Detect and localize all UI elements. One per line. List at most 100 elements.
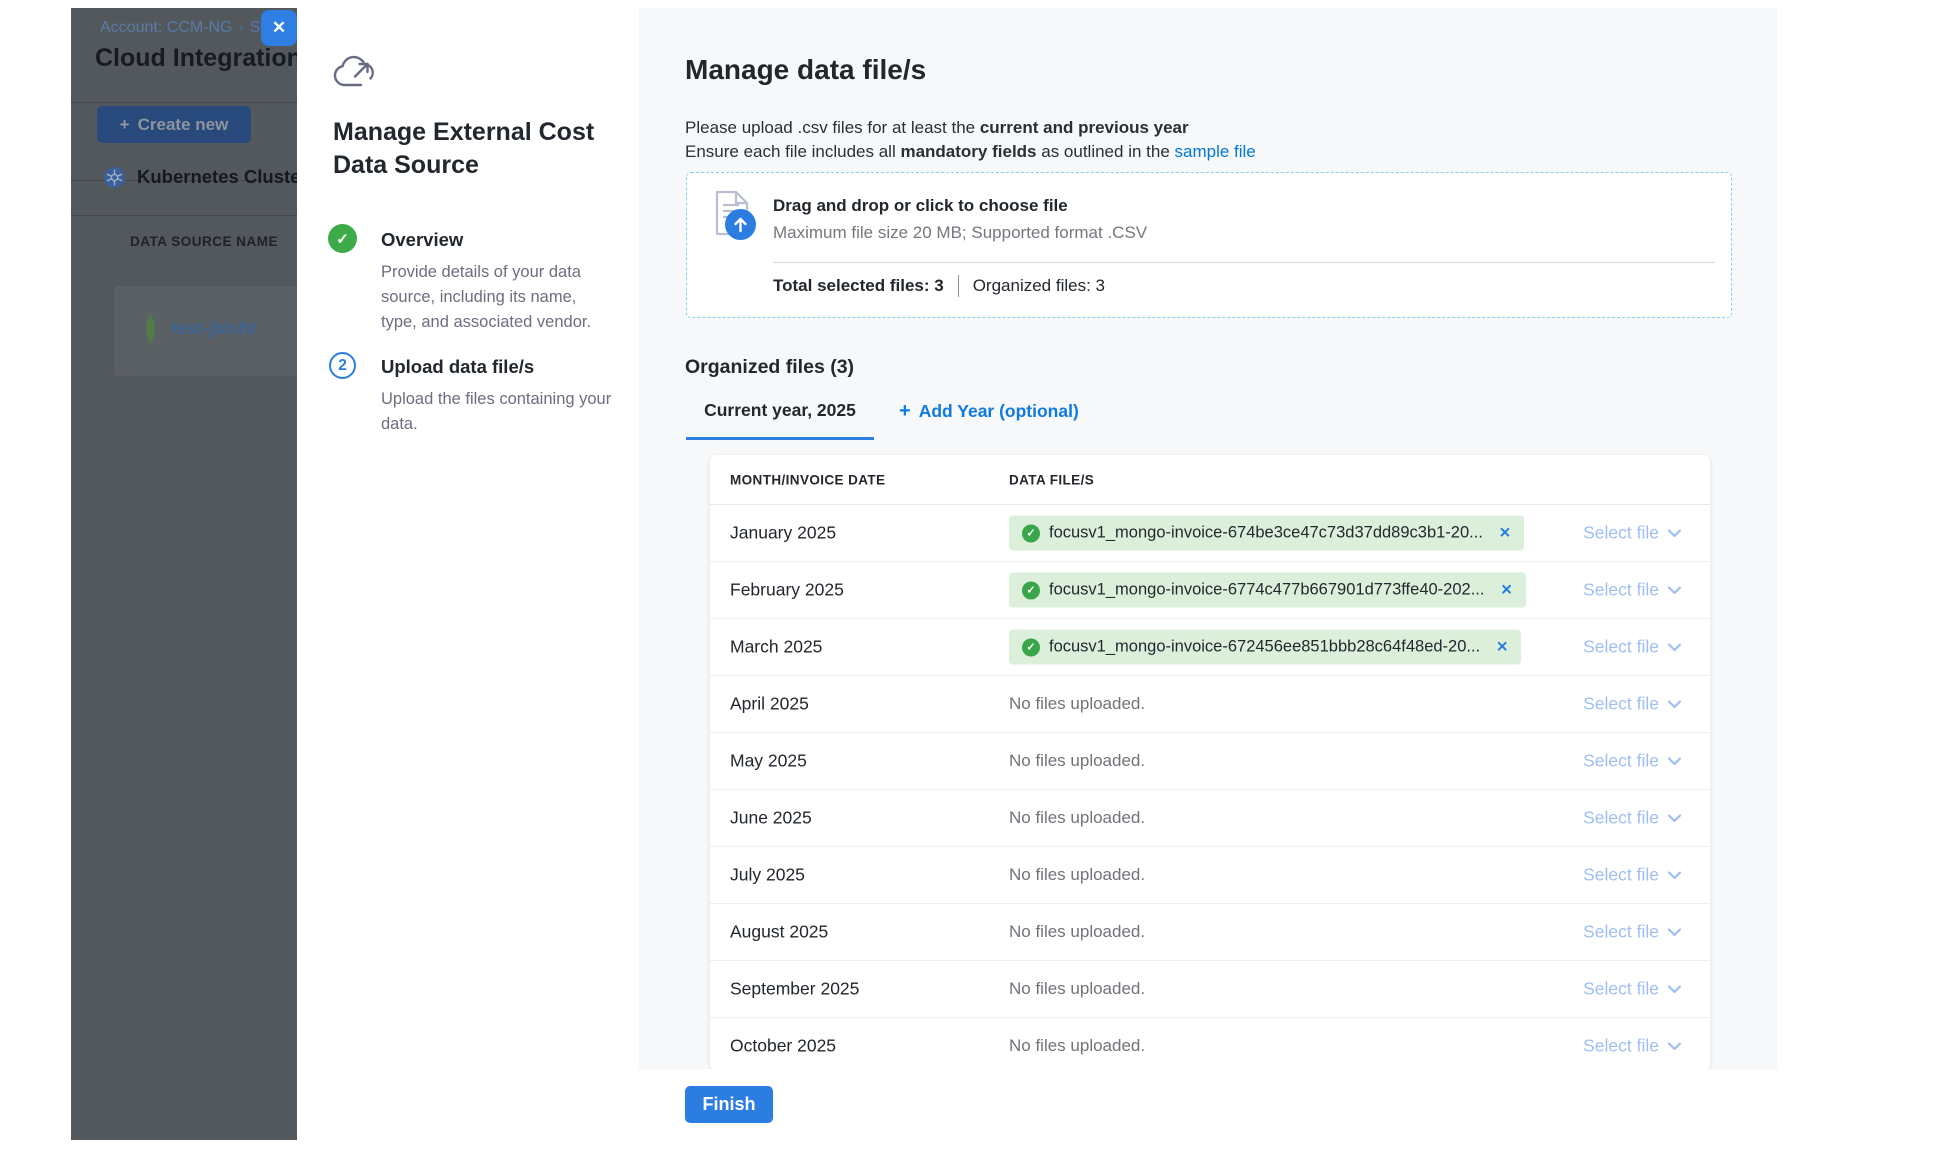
table-row: June 2025 No files uploaded. Select file [710, 790, 1710, 847]
remove-file-icon[interactable]: ✕ [1499, 525, 1511, 541]
plus-icon: + [120, 115, 130, 135]
instruction-line1-bold: current and previous year [980, 118, 1189, 137]
breadcrumb[interactable]: Account: CCM-NG›Set [100, 19, 274, 37]
chevron-down-icon [1667, 642, 1682, 652]
instruction-line2-middle: as outlined in the [1037, 142, 1175, 161]
months-table: MONTH/INVOICE DATE DATA FILE/S January 2… [710, 455, 1710, 1070]
month-label: March 2025 [730, 637, 822, 658]
step-2-label[interactable]: Upload data file/s [381, 356, 534, 378]
select-file-dropdown[interactable]: Select file [1583, 865, 1682, 886]
check-icon: ✓ [336, 230, 349, 248]
remove-file-icon[interactable]: ✕ [1496, 639, 1508, 655]
chevron-down-icon [1667, 585, 1682, 595]
table-row: September 2025 No files uploaded. Select… [710, 961, 1710, 1018]
select-file-label: Select file [1583, 580, 1659, 601]
select-file-dropdown[interactable]: Select file [1583, 580, 1682, 601]
month-label: August 2025 [730, 922, 828, 943]
background-page-overlay: Account: CCM-NG›Set Cloud Integration + … [71, 8, 297, 1140]
month-label: September 2025 [730, 979, 859, 1000]
month-label: February 2025 [730, 580, 844, 601]
column-header-files: DATA FILE/S [1009, 472, 1094, 487]
table-row: March 2025 ✓ focusv1_mongo-invoice-67245… [710, 619, 1710, 676]
select-file-dropdown[interactable]: Select file [1583, 523, 1682, 544]
check-icon: ✓ [1022, 581, 1040, 599]
select-file-dropdown[interactable]: Select file [1583, 1036, 1682, 1057]
select-file-label: Select file [1583, 751, 1659, 772]
step-1-description: Provide details of your data source, inc… [381, 260, 613, 335]
divider [958, 275, 959, 297]
tab-current-year[interactable]: Current year, 2025 [686, 400, 874, 440]
divider [71, 102, 297, 103]
no-files-text: No files uploaded. [1009, 979, 1145, 998]
sample-file-link[interactable]: sample file [1175, 142, 1256, 161]
uploaded-file-chip: ✓ focusv1_mongo-invoice-672456ee851bbb28… [1009, 630, 1521, 665]
add-year-button[interactable]: + Add Year (optional) [899, 400, 1079, 423]
manage-data-source-drawer: Manage External Cost Data Source ✓ Overv… [297, 8, 639, 1140]
data-source-row[interactable]: test-jbisht [114, 286, 297, 376]
mongodb-leaf-icon [143, 314, 158, 346]
select-file-dropdown[interactable]: Select file [1583, 808, 1682, 829]
close-icon: ✕ [272, 18, 286, 38]
chevron-down-icon [1667, 984, 1682, 994]
select-file-label: Select file [1583, 865, 1659, 886]
instruction-line2-bold: mandatory fields [900, 142, 1036, 161]
table-row: April 2025 No files uploaded. Select fil… [710, 676, 1710, 733]
organized-files-heading: Organized files (3) [685, 356, 854, 379]
select-file-dropdown[interactable]: Select file [1583, 979, 1682, 1000]
select-file-label: Select file [1583, 694, 1659, 715]
remove-file-icon[interactable]: ✕ [1500, 582, 1512, 598]
select-file-dropdown[interactable]: Select file [1583, 751, 1682, 772]
no-files-text: No files uploaded. [1009, 1036, 1145, 1055]
month-label: June 2025 [730, 808, 812, 829]
file-name: focusv1_mongo-invoice-672456ee851bbb28c6… [1049, 638, 1480, 657]
plus-icon: + [899, 400, 911, 423]
instruction-line1: Please upload .csv files for at least th… [685, 118, 980, 137]
chevron-down-icon [1667, 528, 1682, 538]
month-label: May 2025 [730, 751, 807, 772]
upload-arrow-icon [725, 209, 756, 240]
month-label: April 2025 [730, 694, 809, 715]
finish-button[interactable]: Finish [685, 1086, 773, 1123]
month-label: January 2025 [730, 523, 836, 544]
kubernetes-icon [104, 167, 125, 188]
uploaded-file-chip: ✓ focusv1_mongo-invoice-674be3ce47c73d37… [1009, 516, 1524, 551]
step-1-label[interactable]: Overview [381, 229, 463, 251]
create-new-button[interactable]: + Create new [97, 106, 251, 143]
create-new-label: Create new [138, 115, 229, 135]
no-files-text: No files uploaded. [1009, 922, 1145, 941]
breadcrumb-account-link[interactable]: Account: CCM-NG [100, 19, 232, 36]
no-files-text: No files uploaded. [1009, 751, 1145, 770]
file-dropzone[interactable]: Drag and drop or click to choose file Ma… [686, 172, 1732, 318]
select-file-label: Select file [1583, 808, 1659, 829]
select-file-dropdown[interactable]: Select file [1583, 637, 1682, 658]
uploaded-file-chip: ✓ focusv1_mongo-invoice-6774c477b667901d… [1009, 573, 1526, 608]
column-header-month: MONTH/INVOICE DATE [730, 472, 885, 487]
chevron-down-icon [1667, 756, 1682, 766]
step-1-complete-icon: ✓ [328, 224, 357, 253]
cloud-export-icon [331, 54, 377, 92]
column-header-data-source-name: DATA SOURCE NAME [130, 234, 278, 249]
table-row: February 2025 ✓ focusv1_mongo-invoice-67… [710, 562, 1710, 619]
chevron-down-icon [1667, 813, 1682, 823]
table-row: July 2025 No files uploaded. Select file [710, 847, 1710, 904]
data-source-name-link[interactable]: test-jbisht [172, 318, 256, 339]
organized-files-count: Organized files: 3 [973, 276, 1105, 296]
select-file-label: Select file [1583, 523, 1659, 544]
table-row: January 2025 ✓ focusv1_mongo-invoice-674… [710, 505, 1710, 562]
close-drawer-button[interactable]: ✕ [261, 10, 297, 46]
footer-bar: Finish [639, 1069, 1777, 1140]
check-icon: ✓ [1022, 638, 1040, 656]
table-row: May 2025 No files uploaded. Select file [710, 733, 1710, 790]
chevron-down-icon [1667, 1041, 1682, 1051]
no-files-text: No files uploaded. [1009, 865, 1145, 884]
file-name: focusv1_mongo-invoice-6774c477b667901d77… [1049, 581, 1484, 600]
divider [773, 262, 1715, 263]
add-year-label: Add Year (optional) [919, 401, 1079, 422]
step-2-number: 2 [338, 357, 347, 375]
select-file-label: Select file [1583, 979, 1659, 1000]
dropzone-subtitle: Maximum file size 20 MB; Supported forma… [773, 223, 1147, 243]
select-file-dropdown[interactable]: Select file [1583, 922, 1682, 943]
instruction-line2: Ensure each file includes all [685, 142, 900, 161]
select-file-dropdown[interactable]: Select file [1583, 694, 1682, 715]
tab-kubernetes-clusters[interactable]: Kubernetes Clusters [104, 166, 297, 188]
